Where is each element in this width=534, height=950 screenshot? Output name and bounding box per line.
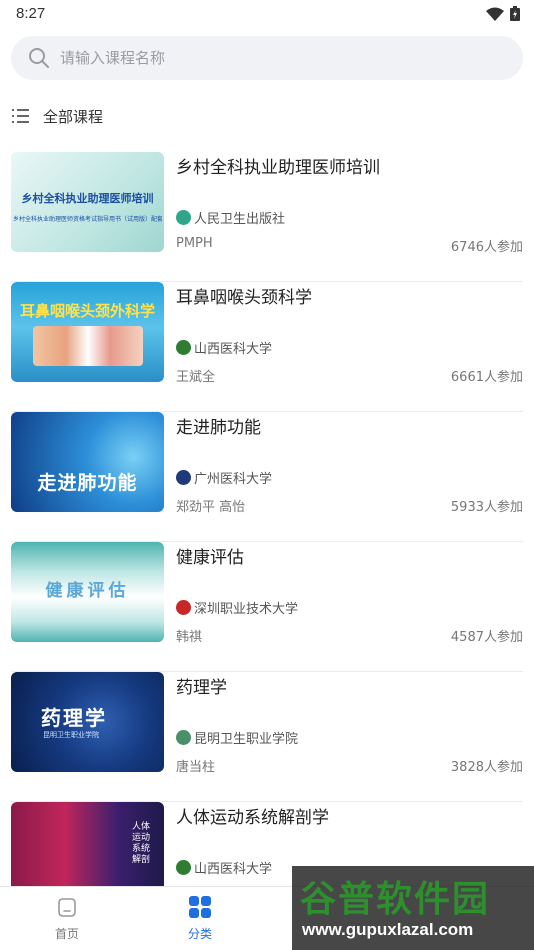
org-name: 昆明卫生职业学院: [194, 732, 299, 747]
watermark-text: 谷普软件园: [300, 879, 491, 920]
course-org: 深圳职业技术大学: [176, 598, 298, 617]
course-org: 山西医科大学: [176, 858, 272, 877]
participant-count: 3828人参加: [450, 760, 523, 775]
org-logo-icon: [176, 860, 191, 875]
course-item[interactable]: 耳鼻咽喉头颈外科学 耳鼻咽喉头颈科学 山西医科大学 王斌全 6661人参加: [11, 282, 523, 412]
org-name: 山西医科大学: [194, 862, 273, 877]
org-name: 人民卫生出版社: [194, 212, 286, 227]
course-item[interactable]: 乡村全科执业助理医师培训 乡村全科执业助理医师资格考试指导用书（试用版）配套课 …: [11, 152, 523, 282]
thumbnail-title: 健康评估: [45, 581, 130, 601]
course-title[interactable]: 耳鼻咽喉头颈科学: [176, 283, 312, 308]
course-teacher: 郑劲平 高怡: [176, 500, 246, 515]
thumbnail-subtitle: 昆明卫生职业学院: [43, 731, 99, 739]
list-icon: [12, 109, 29, 123]
course-title[interactable]: 人体运动系统解剖学: [176, 803, 329, 828]
course-item[interactable]: 药理学 昆明卫生职业学院 药理学 昆明卫生职业学院 唐当柱 3828人参加: [11, 672, 523, 802]
watermark-url: www.gupuxlazal.com: [302, 920, 474, 939]
course-teacher: 唐当柱: [176, 760, 216, 775]
course-teacher: PMPH: [176, 236, 213, 251]
nav-category-label: 分类: [187, 927, 212, 941]
org-name: 深圳职业技术大学: [194, 602, 299, 617]
participant-count: 6661人参加: [450, 370, 523, 385]
thumbnail-title: 人体运动系统解剖: [132, 822, 151, 865]
search-bar[interactable]: [11, 36, 523, 80]
all-courses-label: 全部课程: [43, 107, 104, 126]
nav-home[interactable]: 首页: [12, 895, 122, 942]
org-name: 广州医科大学: [194, 472, 273, 487]
course-teacher: 韩祺: [176, 630, 203, 645]
course-org: 山西医科大学: [176, 338, 272, 357]
org-logo-icon: [176, 470, 191, 485]
course-org: 广州医科大学: [176, 468, 272, 487]
nav-home-label: 首页: [54, 927, 79, 941]
thumbnail-title: 乡村全科执业助理医师培训: [21, 192, 154, 205]
course-list: 乡村全科执业助理医师培训 乡村全科执业助理医师资格考试指导用书（试用版）配套课 …: [11, 152, 523, 932]
thumbnail-subtitle: 乡村全科执业助理医师资格考试指导用书（试用版）配套课: [13, 216, 162, 223]
participant-count: 5933人参加: [450, 500, 523, 515]
course-title[interactable]: 药理学: [176, 673, 227, 698]
nav-category[interactable]: 分类: [145, 895, 255, 942]
course-thumbnail[interactable]: 乡村全科执业助理医师培训 乡村全科执业助理医师资格考试指导用书（试用版）配套课: [11, 152, 164, 252]
course-title[interactable]: 乡村全科执业助理医师培训: [176, 153, 380, 178]
course-thumbnail[interactable]: 耳鼻咽喉头颈外科学: [11, 282, 164, 382]
wifi-icon: [486, 7, 504, 21]
thumbnail-image: [33, 326, 143, 366]
battery-icon: [510, 6, 520, 21]
org-logo-icon: [176, 600, 191, 615]
org-name: 山西医科大学: [194, 342, 273, 357]
all-courses-header[interactable]: 全部课程: [12, 105, 103, 127]
thumbnail-title: 走进肺功能: [37, 472, 138, 494]
org-logo-icon: [176, 730, 191, 745]
category-grid-icon: [189, 896, 211, 918]
course-teacher: 王斌全: [176, 370, 216, 385]
home-icon: [58, 898, 76, 917]
search-icon: [29, 48, 49, 68]
course-thumbnail[interactable]: 走进肺功能: [11, 412, 164, 512]
participant-count: 4587人参加: [450, 630, 523, 645]
search-input[interactable]: [60, 49, 480, 67]
thumbnail-title: 耳鼻咽喉头颈外科学: [19, 302, 155, 320]
org-logo-icon: [176, 340, 191, 355]
watermark: 谷普软件园 www.gupuxlazal.com: [292, 866, 534, 950]
status-icons: [486, 6, 520, 21]
course-item[interactable]: 健康评估 健康评估 深圳职业技术大学 韩祺 4587人参加: [11, 542, 523, 672]
course-item[interactable]: 走进肺功能 走进肺功能 广州医科大学 郑劲平 高怡 5933人参加: [11, 412, 523, 542]
thumbnail-title: 药理学: [41, 706, 107, 730]
course-thumbnail[interactable]: 药理学 昆明卫生职业学院: [11, 672, 164, 772]
status-bar: 8:27: [0, 0, 534, 28]
course-org: 昆明卫生职业学院: [176, 728, 298, 747]
participant-count: 6746人参加: [450, 240, 523, 255]
status-time: 8:27: [16, 5, 46, 22]
course-title[interactable]: 走进肺功能: [176, 413, 261, 438]
course-thumbnail[interactable]: 健康评估: [11, 542, 164, 642]
org-logo-icon: [176, 210, 191, 225]
course-title[interactable]: 健康评估: [176, 543, 244, 568]
course-org: 人民卫生出版社: [176, 208, 285, 227]
